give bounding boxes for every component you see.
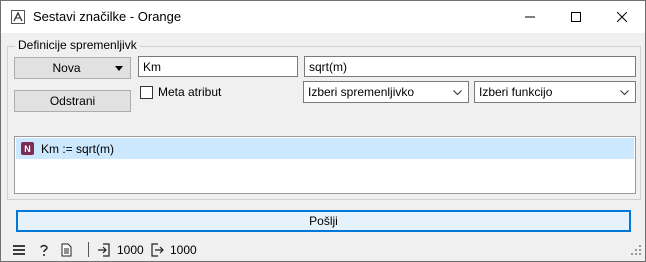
minimize-icon	[525, 16, 535, 18]
status-bar: 1000 1000	[1, 239, 645, 261]
select-variable-value: Izberi spremenljivko	[308, 85, 415, 99]
input-signal-icon	[97, 243, 111, 260]
dropdown-caret-icon	[115, 66, 123, 71]
feature-definition: Km := sqrt(m)	[41, 141, 115, 156]
expression-value: sqrt(m)	[309, 59, 347, 74]
output-signal-icon	[150, 243, 164, 260]
feature-list[interactable]: N Km := sqrt(m)	[14, 136, 636, 194]
remove-label: Odstrani	[49, 94, 96, 108]
new-variable-label: Nova	[52, 61, 81, 75]
select-function-combo[interactable]: Izberi funkcijo	[474, 81, 636, 103]
help-icon[interactable]	[37, 243, 51, 260]
send-label: Pošlji	[309, 214, 338, 228]
close-button[interactable]	[599, 1, 645, 33]
close-icon	[617, 12, 627, 22]
window: Sestavi značilke - Orange Definicije spr…	[0, 0, 646, 262]
group-title: Definicije spremenljivk	[15, 38, 140, 52]
new-variable-button[interactable]: Nova	[14, 57, 131, 79]
maximize-icon	[571, 12, 581, 22]
chevron-down-icon	[453, 90, 462, 96]
variable-name-value: Km	[143, 59, 161, 74]
expression-input[interactable]: sqrt(m)	[304, 56, 636, 77]
input-count: 1000	[117, 243, 144, 257]
list-item[interactable]: N Km := sqrt(m)	[16, 138, 634, 159]
title-bar[interactable]: Sestavi značilke - Orange	[1, 1, 645, 33]
hamburger-menu-icon[interactable]	[12, 243, 26, 260]
orange-app-icon	[11, 10, 25, 24]
output-count: 1000	[170, 243, 197, 257]
report-icon[interactable]	[59, 243, 73, 260]
checkbox-box[interactable]	[140, 85, 153, 99]
meta-attribute-label: Meta atribut	[158, 85, 222, 99]
numeric-type-icon: N	[21, 142, 34, 155]
variable-name-input[interactable]: Km	[138, 56, 298, 77]
select-function-value: Izberi funkcijo	[479, 85, 553, 99]
maximize-button[interactable]	[553, 1, 599, 33]
minimize-button[interactable]	[507, 1, 553, 33]
window-title: Sestavi značilke - Orange	[33, 9, 182, 24]
send-button[interactable]: Pošlji	[16, 210, 631, 232]
resize-grip-icon[interactable]	[631, 244, 641, 258]
remove-button[interactable]: Odstrani	[14, 90, 131, 112]
status-divider	[88, 242, 89, 257]
chevron-down-icon	[620, 90, 629, 96]
select-variable-combo[interactable]: Izberi spremenljivko	[303, 81, 469, 103]
meta-attribute-checkbox[interactable]: Meta atribut	[140, 85, 221, 99]
